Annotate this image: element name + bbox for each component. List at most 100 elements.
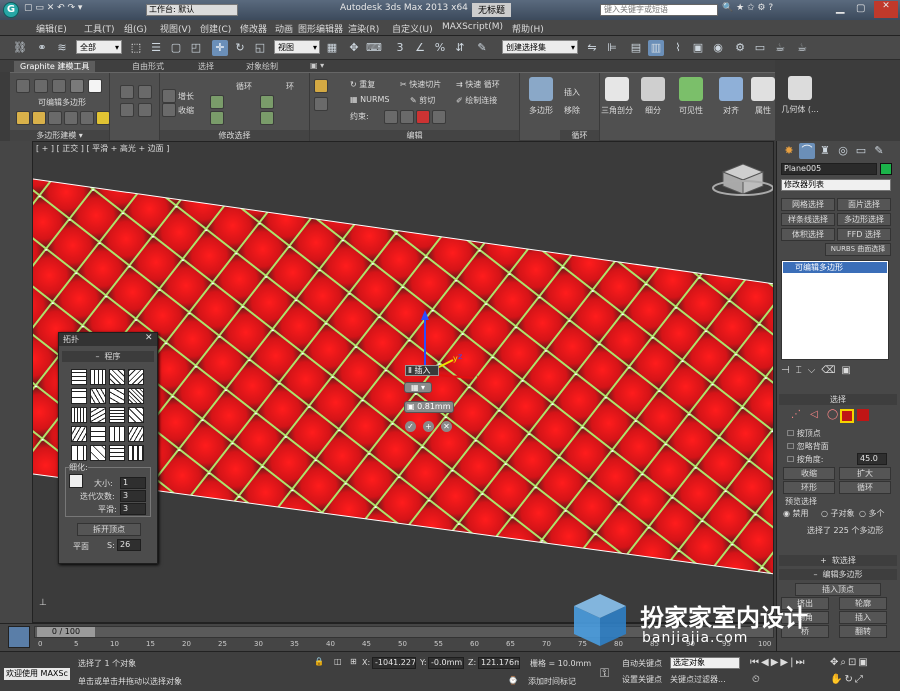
soft-selection-rollout[interactable]: + 软选择 bbox=[779, 555, 897, 566]
cut-button[interactable]: ✎ 剪切 bbox=[410, 95, 435, 106]
create-tab-icon[interactable]: ✸ bbox=[781, 143, 797, 159]
by-vertex-checkbox[interactable]: ☐ 按顶点 bbox=[787, 428, 821, 439]
pattern-19[interactable] bbox=[109, 445, 125, 461]
lock-selection-icon[interactable]: 🔒 bbox=[314, 657, 324, 666]
menu-customize[interactable]: 自定义(U) bbox=[392, 22, 433, 35]
next-modifier-icon[interactable] bbox=[34, 79, 48, 93]
remove-vertices-button[interactable]: 拆开顶点 bbox=[77, 523, 141, 536]
pattern-16[interactable] bbox=[128, 426, 144, 442]
graphite-toggle-icon[interactable]: ▥ bbox=[648, 40, 664, 56]
layer-manager-icon[interactable]: ▤ bbox=[628, 40, 644, 56]
pattern-17[interactable] bbox=[71, 445, 87, 461]
remove-loop-button[interactable]: 移除 bbox=[564, 105, 580, 116]
mini-curve-editor-icon[interactable] bbox=[8, 626, 30, 648]
menu-create[interactable]: 创建(C) bbox=[200, 22, 231, 35]
ffd-select-button[interactable]: FFD 选择 bbox=[837, 228, 891, 241]
preserve-uv-icon[interactable] bbox=[80, 111, 94, 125]
scale-icon[interactable]: ◱ bbox=[252, 40, 268, 56]
render-setup-icon[interactable]: ⚙ bbox=[732, 40, 748, 56]
mesh-select-button[interactable]: 网格选择 bbox=[781, 198, 835, 211]
help-icons[interactable]: 🔍 ★ ✩ ⚙ ? bbox=[722, 3, 773, 17]
x-coord-field[interactable]: -1041.227 bbox=[372, 657, 416, 669]
pattern-3[interactable] bbox=[109, 369, 125, 385]
ring-button[interactable]: 环 bbox=[286, 81, 294, 92]
ring-sel-button[interactable]: 环形 bbox=[783, 481, 835, 494]
selected-set-dropdown[interactable]: 选定对象 bbox=[670, 657, 740, 669]
tab-object-paint[interactable]: 对象绘制 bbox=[246, 61, 278, 72]
utilities-tab-icon[interactable]: ✎ bbox=[871, 143, 887, 159]
patch-select-button[interactable]: 面片选择 bbox=[837, 198, 891, 211]
auto-key-button[interactable]: 自动关键点 bbox=[622, 658, 662, 669]
object-name-field[interactable]: Plane005 bbox=[781, 163, 877, 175]
named-selection-dropdown[interactable]: 创建选择集 bbox=[502, 40, 578, 55]
absolute-mode-icon[interactable]: ⊞ bbox=[350, 657, 357, 666]
size-spinner[interactable]: 1 bbox=[120, 477, 146, 489]
element-level-icon[interactable] bbox=[857, 409, 869, 421]
constrain-edge-icon[interactable] bbox=[400, 110, 414, 124]
isolate-icon[interactable] bbox=[16, 111, 30, 125]
nurms-button[interactable]: ▦ NURMS bbox=[350, 95, 390, 104]
loop-grow-icon[interactable] bbox=[210, 95, 224, 109]
viewport-nav-controls-2[interactable]: ✋↻⤢ bbox=[830, 674, 865, 685]
preview-subobj-radio[interactable]: ○ 子对象 bbox=[821, 508, 855, 519]
spinner-snap-icon[interactable]: ⇵ bbox=[452, 40, 468, 56]
pattern-10[interactable] bbox=[90, 407, 106, 423]
pin-stack-icon[interactable] bbox=[96, 111, 110, 125]
preview-multi-radio[interactable]: ○ 多个 bbox=[859, 508, 885, 519]
loop-button[interactable]: 循环 bbox=[236, 81, 252, 92]
angle-spinner[interactable]: 45.0 bbox=[857, 453, 887, 465]
search-input[interactable]: 键入关键字或短语 bbox=[600, 4, 718, 16]
caddy-mode-dropdown[interactable]: ▦ ▾ bbox=[404, 382, 432, 393]
topology-close-icon[interactable]: ✕ bbox=[145, 333, 153, 343]
menu-help[interactable]: 帮助(H) bbox=[512, 22, 544, 35]
workspace-dropdown[interactable]: 工作台: 默认 bbox=[146, 4, 238, 16]
menu-group[interactable]: 组(G) bbox=[124, 22, 147, 35]
menu-edit[interactable]: 编辑(E) bbox=[36, 22, 67, 35]
viewport-nav-controls[interactable]: ✥⌕⊡▣ bbox=[830, 657, 870, 668]
ring-shrink-icon[interactable] bbox=[260, 111, 274, 125]
tab-freeform[interactable]: 自由形式 bbox=[132, 61, 164, 72]
caddy-ok-icon[interactable]: ✓ bbox=[405, 421, 416, 432]
keyboard-shortcut-icon[interactable]: ⌨ bbox=[366, 40, 382, 56]
edit-tool-1-icon[interactable] bbox=[314, 79, 328, 93]
rotate-icon[interactable]: ↻ bbox=[232, 40, 248, 56]
smooth-spinner[interactable]: 3 bbox=[120, 503, 146, 515]
nurbs-select-button[interactable]: NURBS 曲面选择 bbox=[825, 243, 891, 256]
menu-modifiers[interactable]: 修改器 bbox=[240, 22, 267, 35]
selection-filter-dropdown[interactable]: 全部 bbox=[76, 40, 122, 55]
close-button[interactable]: ✕ bbox=[874, 1, 898, 18]
grow-button[interactable]: 增长 bbox=[178, 91, 194, 102]
edit-polygons-rollout[interactable]: – 编辑多边形 bbox=[779, 569, 897, 580]
menu-view[interactable]: 视图(V) bbox=[160, 22, 191, 35]
time-slider-thumb[interactable]: 0 / 100 bbox=[37, 627, 95, 637]
bind-spacewarp-icon[interactable]: ≋ bbox=[54, 40, 70, 56]
constrain-face-icon[interactable] bbox=[416, 110, 430, 124]
stack-tool-icons[interactable]: ⊣⌶⌵⌫▣ bbox=[781, 365, 857, 376]
percent-snap-icon[interactable]: % bbox=[432, 40, 448, 56]
render-iterative-icon[interactable]: ☕ bbox=[794, 40, 810, 56]
move-icon[interactable]: ✛ bbox=[212, 40, 228, 56]
collapse-stack-icon[interactable] bbox=[32, 111, 46, 125]
loop-shrink-icon[interactable] bbox=[210, 111, 224, 125]
ribbon-options-icon[interactable]: ▣ ▾ bbox=[310, 61, 324, 70]
insert-loop-button[interactable]: 插入 bbox=[564, 87, 580, 98]
topology-titlebar[interactable]: 拓扑 ✕ bbox=[59, 333, 157, 346]
polygons-button[interactable]: 多边形 bbox=[522, 75, 560, 129]
subobject-level-icons[interactable]: ⋰ ◁ ◯ bbox=[791, 409, 841, 420]
display-tab-icon[interactable]: ▭ bbox=[853, 143, 869, 159]
visibility-button[interactable]: 可见性 bbox=[672, 75, 710, 129]
hierarchy-tab-icon[interactable]: ♜ bbox=[817, 143, 833, 159]
grow-sel-button[interactable]: 扩大 bbox=[839, 467, 891, 480]
menu-animation[interactable]: 动画 bbox=[275, 22, 293, 35]
pattern-11[interactable] bbox=[109, 407, 125, 423]
menu-maxscript[interactable]: MAXScript(M) bbox=[442, 22, 503, 32]
pattern-4[interactable] bbox=[128, 369, 144, 385]
pattern-18[interactable] bbox=[90, 445, 106, 461]
repeat-button[interactable]: ↻ 重复 bbox=[350, 79, 375, 90]
edit-tool-2-icon[interactable] bbox=[314, 97, 328, 111]
tab-selection[interactable]: 选择 bbox=[198, 61, 214, 72]
minimize-button[interactable]: ▁ bbox=[836, 1, 844, 15]
caddy-cancel-icon[interactable]: ✕ bbox=[441, 421, 452, 432]
subdivide-button[interactable]: 细分 bbox=[634, 75, 672, 129]
refine-pattern-icon[interactable] bbox=[69, 474, 83, 488]
